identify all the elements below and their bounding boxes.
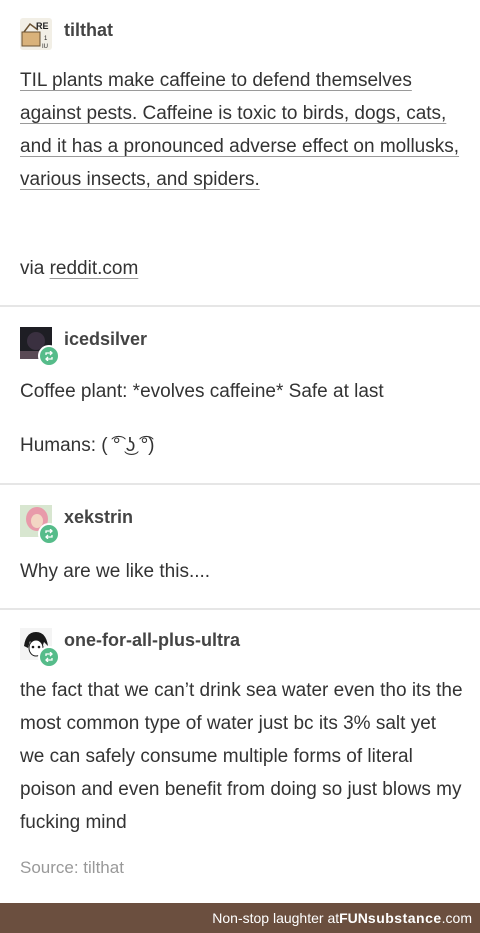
via-prefix: via: [20, 258, 50, 279]
via-line: via reddit.com: [20, 252, 465, 285]
dark-avatar-icon[interactable]: [20, 327, 60, 367]
reblog-icon: [38, 345, 60, 367]
post-tilthat: RE 1 IU tilthat TIL plants make caffeine…: [0, 0, 480, 305]
reddit-logo-icon[interactable]: RE 1 IU: [20, 18, 52, 50]
footer-prefix: Non-stop laughter at: [212, 910, 340, 926]
username[interactable]: tilthat: [64, 20, 113, 41]
post-text-line1: Coffee plant: *evolves caffeine* Safe at…: [20, 381, 384, 402]
source-line[interactable]: Source: tilthat: [20, 858, 124, 878]
pink-hair-avatar-icon[interactable]: [20, 505, 60, 545]
footer-brand-substance: substance: [367, 910, 442, 926]
watermark-footer: Non-stop laughter at FUN substance .com: [0, 903, 480, 933]
post-text-line2: Humans: ( ͡° ͜ʖ ͡°): [20, 435, 155, 456]
footer-brand-tld: .com: [441, 910, 472, 926]
username[interactable]: one-for-all-plus-ultra: [64, 630, 240, 651]
post-header: RE 1 IU tilthat: [20, 18, 113, 58]
post-text: the fact that we can’t drink sea water e…: [20, 680, 463, 833]
username[interactable]: icedsilver: [64, 329, 147, 350]
post-header: one-for-all-plus-ultra: [20, 628, 240, 668]
svg-text:IU: IU: [42, 44, 48, 50]
post-header: xekstrin: [20, 505, 133, 545]
post-header: icedsilver: [20, 327, 147, 367]
footer-brand-fun: FUN: [339, 910, 368, 926]
post-one-for-all-plus-ultra: one-for-all-plus-ultra the fact that we …: [0, 610, 480, 900]
post-xekstrin: xekstrin Why are we like this....: [0, 485, 480, 608]
via-link[interactable]: reddit.com: [50, 258, 139, 279]
post-icedsilver: icedsilver Coffee plant: *evolves caffei…: [0, 307, 480, 483]
post-text: Why are we like this....: [20, 561, 211, 582]
svg-text:RE: RE: [36, 21, 49, 31]
post-text: TIL plants make caffeine to defend thems…: [20, 70, 460, 190]
anime-avatar-icon[interactable]: [20, 628, 60, 668]
reblog-icon: [38, 523, 60, 545]
reblog-icon: [38, 646, 60, 668]
username[interactable]: xekstrin: [64, 507, 133, 528]
svg-text:1: 1: [44, 36, 48, 42]
